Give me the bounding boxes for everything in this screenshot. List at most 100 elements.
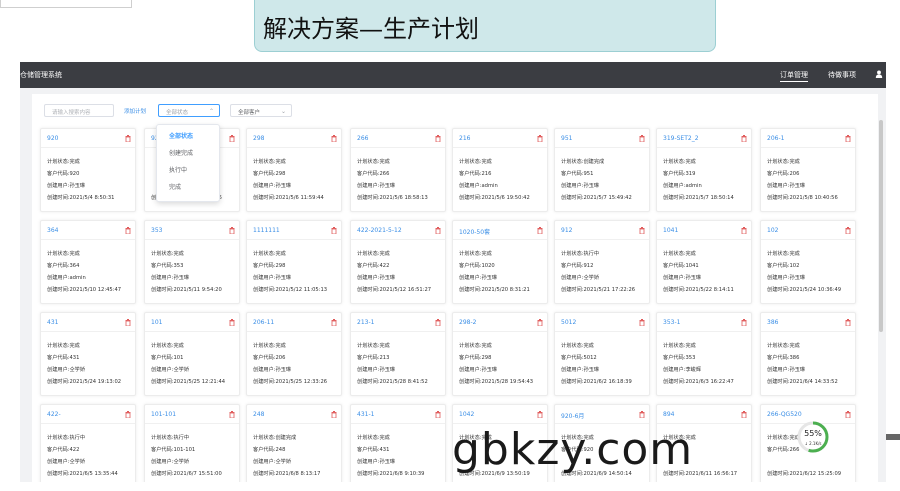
plan-card[interactable]: 364 计划状态:完成 客户代码:364 创建用户:admin 创建时间:2021/5/…	[40, 220, 136, 304]
plan-card[interactable]: 248 计划状态:创建完成 客户代码:248 创建用户:仝学娇 创建时间:2021/6/…	[246, 404, 342, 482]
search-input[interactable]: 请输入搜索内容	[44, 104, 114, 117]
delete-trash-icon[interactable]	[125, 319, 131, 326]
plan-card[interactable]: 213-1 计划状态:完成 客户代码:213 创建用户:孙玉琳 创建时间:2021/5/…	[350, 312, 446, 396]
plan-card-title[interactable]: 364	[47, 227, 58, 234]
plan-card-title[interactable]: 1020-50套	[459, 227, 490, 236]
delete-trash-icon[interactable]	[741, 411, 747, 418]
delete-trash-icon[interactable]	[331, 411, 337, 418]
dropdown-option[interactable]: 执行中	[169, 165, 187, 174]
vertical-scrollbar[interactable]	[879, 120, 883, 332]
delete-trash-icon[interactable]	[435, 135, 441, 142]
plan-card[interactable]: 431-1 计划状态:完成 客户代码:431 创建用户:孙玉琳 创建时间:2021/6/…	[350, 404, 446, 482]
plan-card-title[interactable]: 298-2	[459, 319, 476, 326]
plan-card[interactable]: 101-101 计划状态:执行中 客户代码:101-101 创建用户:仝学娇 创建时间:…	[144, 404, 240, 482]
plan-card-title[interactable]: 431-1	[357, 411, 374, 418]
plan-card-title[interactable]: 920	[47, 135, 58, 142]
dropdown-option[interactable]: 全部状态	[169, 131, 193, 140]
delete-trash-icon[interactable]	[537, 319, 543, 326]
delete-trash-icon[interactable]	[741, 227, 747, 234]
plan-card-title[interactable]: 206-1	[767, 135, 784, 142]
plan-card-title[interactable]: 266-QG520	[767, 411, 802, 418]
plan-card-title[interactable]: 5012	[561, 319, 576, 326]
plan-card-title[interactable]: 101-101	[151, 411, 176, 418]
dropdown-option[interactable]: 完成	[169, 182, 181, 191]
delete-trash-icon[interactable]	[331, 319, 337, 326]
delete-trash-icon[interactable]	[435, 319, 441, 326]
plan-card-title[interactable]: 206-11	[253, 319, 274, 326]
plan-card-title[interactable]: 216	[459, 135, 470, 142]
status-select[interactable]: 全部状态 ⌃	[158, 104, 220, 117]
plan-card-title[interactable]: 102	[767, 227, 778, 234]
plan-card-title[interactable]: 298	[253, 135, 264, 142]
plan-card-title[interactable]: 266	[357, 135, 368, 142]
add-plan-link[interactable]: 添加计划	[124, 107, 146, 115]
plan-card[interactable]: 101 计划状态:完成 客户代码:101 创建用户:仝学娇 创建时间:2021/5/25…	[144, 312, 240, 396]
plan-card-title[interactable]: 894	[663, 411, 674, 418]
plan-card[interactable]: 431 计划状态:完成 客户代码:431 创建用户:仝学娇 创建时间:2021/5/24…	[40, 312, 136, 396]
plan-card[interactable]: 206-1 计划状态:完成 客户代码:206 创建用户:孙玉琳 创建时间:2021/5/…	[760, 128, 856, 212]
plan-card[interactable]: 5012 计划状态:完成 客户代码:5012 创建用户:孙玉琳 创建时间:2021/6/…	[554, 312, 650, 396]
delete-trash-icon[interactable]	[741, 135, 747, 142]
nav-todo[interactable]: 待做事项	[828, 70, 856, 80]
delete-trash-icon[interactable]	[639, 227, 645, 234]
plan-card[interactable]: 353 计划状态:完成 客户代码:353 创建用户:孙玉琳 创建时间:2021/5/11…	[144, 220, 240, 304]
delete-trash-icon[interactable]	[537, 135, 543, 142]
plan-card[interactable]: 353-1 计划状态:完成 客户代码:353 创建用户:李峻辉 创建时间:2021/6/…	[656, 312, 752, 396]
delete-trash-icon[interactable]	[125, 227, 131, 234]
nav-orders[interactable]: 订单管理	[780, 70, 808, 82]
plan-card-title[interactable]: 353	[151, 227, 162, 234]
delete-trash-icon[interactable]	[331, 227, 337, 234]
delete-trash-icon[interactable]	[435, 411, 441, 418]
plan-card[interactable]: 206-11 计划状态:完成 客户代码:206 创建用户:孙玉琳 创建时间:2021/5…	[246, 312, 342, 396]
delete-trash-icon[interactable]	[229, 227, 235, 234]
plan-card[interactable]: 1020-50套 计划状态:完成 客户代码:1020 创建用户:孙玉琳 创建时间:202…	[452, 220, 548, 304]
plan-card[interactable]: 951 计划状态:创建完成 客户代码:951 创建用户:孙玉琳 创建时间:2021/5/…	[554, 128, 650, 212]
delete-trash-icon[interactable]	[125, 411, 131, 418]
plan-card-title[interactable]: 431	[47, 319, 58, 326]
delete-trash-icon[interactable]	[331, 135, 337, 142]
delete-trash-icon[interactable]	[229, 411, 235, 418]
plan-card-title[interactable]: 1041	[663, 227, 678, 234]
plan-card-title[interactable]: 1111111	[253, 227, 280, 234]
plan-card-title[interactable]: 101	[151, 319, 162, 326]
plan-card[interactable]: 298-2 计划状态:完成 客户代码:298 创建用户:孙玉琳 创建时间:2021/5/…	[452, 312, 548, 396]
plan-card-title[interactable]: 319-SET2_2	[663, 135, 699, 142]
delete-trash-icon[interactable]	[229, 135, 235, 142]
plan-card-title[interactable]: 248	[253, 411, 264, 418]
plan-card[interactable]: 1041 计划状态:完成 客户代码:1041 创建用户:孙玉琳 创建时间:2021/5/…	[656, 220, 752, 304]
plan-card-title[interactable]: 422-	[47, 411, 61, 418]
delete-trash-icon[interactable]	[845, 227, 851, 234]
plan-card-title[interactable]: 1042	[459, 411, 474, 418]
delete-trash-icon[interactable]	[639, 319, 645, 326]
plan-card[interactable]: 422- 计划状态:执行中 客户代码:422 创建用户:仝学娇 创建时间:2021/6/…	[40, 404, 136, 482]
plan-card[interactable]: 319-SET2_2 计划状态:完成 客户代码:319 创建用户:admin 创建时间:…	[656, 128, 752, 212]
delete-trash-icon[interactable]	[537, 411, 543, 418]
user-icon[interactable]	[875, 70, 883, 78]
plan-card[interactable]: 266 计划状态:完成 客户代码:266 创建用户:孙玉琳 创建时间:2021/5/6 …	[350, 128, 446, 212]
delete-trash-icon[interactable]	[845, 411, 851, 418]
plan-card[interactable]: 912 计划状态:执行中 客户代码:912 创建用户:仝学娇 创建时间:2021/5/2…	[554, 220, 650, 304]
plan-card-title[interactable]: 920-6月	[561, 411, 584, 420]
delete-trash-icon[interactable]	[741, 319, 747, 326]
plan-card[interactable]: 1111111 计划状态:完成 客户代码:298 创建用户:孙玉琳 创建时间:2021/…	[246, 220, 342, 304]
plan-card[interactable]: 216 计划状态:完成 客户代码:216 创建用户:admin 创建时间:2021/5/…	[452, 128, 548, 212]
dropdown-option[interactable]: 创建完成	[169, 148, 193, 157]
plan-card[interactable]: 386 计划状态:完成 客户代码:386 创建用户:孙玉琳 创建时间:2021/6/4 …	[760, 312, 856, 396]
plan-card-title[interactable]: 353-1	[663, 319, 680, 326]
plan-card-title[interactable]: 213-1	[357, 319, 374, 326]
delete-trash-icon[interactable]	[229, 319, 235, 326]
delete-trash-icon[interactable]	[639, 135, 645, 142]
customer-select[interactable]: 全部客户 ⌄	[230, 104, 292, 117]
plan-card[interactable]: 298 计划状态:完成 客户代码:298 创建用户:孙玉琳 创建时间:2021/5/6 …	[246, 128, 342, 212]
plan-card-title[interactable]: 386	[767, 319, 778, 326]
plan-card[interactable]: 422-2021-5-12 计划状态:完成 客户代码:422 创建用户:孙玉琳 创建时间…	[350, 220, 446, 304]
delete-trash-icon[interactable]	[639, 411, 645, 418]
plan-card[interactable]: 920 计划状态:完成 客户代码:920 创建用户:孙玉琳 创建时间:2021/5/4 …	[40, 128, 136, 212]
delete-trash-icon[interactable]	[125, 135, 131, 142]
delete-trash-icon[interactable]	[435, 227, 441, 234]
plan-card-title[interactable]: 912	[561, 227, 572, 234]
delete-trash-icon[interactable]	[845, 319, 851, 326]
plan-card-title[interactable]: 422-2021-5-12	[357, 227, 402, 234]
delete-trash-icon[interactable]	[537, 227, 543, 234]
plan-card-title[interactable]: 951	[561, 135, 572, 142]
